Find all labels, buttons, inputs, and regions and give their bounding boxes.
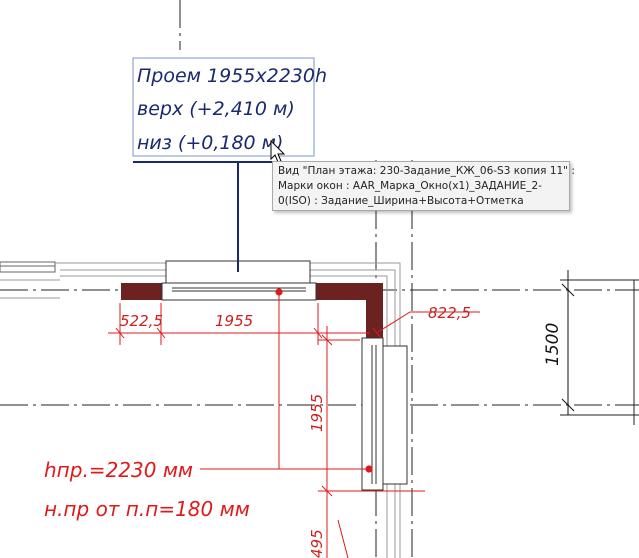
window-tag-line-size: Проем 1955x2230h <box>137 65 327 87</box>
drawing-canvas[interactable]: 1500 522,5 1955 822,5 1955 495 hпр.=2230… <box>0 0 639 558</box>
dimension-1500-label: 1500 <box>543 323 563 366</box>
dimension-width-vertical-label: 1955 <box>308 394 326 432</box>
dimension-width-horizontal-label: 1955 <box>215 312 253 330</box>
dimension-corner-label: 822,5 <box>428 304 471 322</box>
window-vertical-point[interactable] <box>365 465 373 473</box>
left-window-fragment <box>0 261 60 299</box>
window-horizontal-point[interactable] <box>275 288 283 296</box>
window-tag-line-bottom: низ (+0,180 м) <box>137 132 283 154</box>
wall-cut-left <box>121 283 163 300</box>
window-tag-line-top: верх (+2,410 м) <box>137 98 295 120</box>
tooltip-line-view: Вид "План этажа: 230-Задание_КЖ_06-S3 ко… <box>278 165 575 177</box>
note-opening-height: hпр.=2230 мм <box>44 458 193 482</box>
tooltip-line-family: Марки окон : AAR_Марка_Окно(x1)_ЗАДАНИЕ_… <box>278 180 542 192</box>
element-tooltip: Вид "План этажа: 230-Задание_КЖ_06-S3 ко… <box>272 161 575 211</box>
window-vertical-sill <box>382 345 408 485</box>
dimension-left-offset-label: 522,5 <box>120 312 163 330</box>
dimension-1500[interactable] <box>561 270 575 415</box>
note-sill-elevation: н.пр от п.п=180 мм <box>44 497 250 521</box>
dimension-bottom-partial-label: 495 <box>308 529 326 558</box>
leader-bottom <box>337 519 349 558</box>
left-window-frame <box>0 261 56 273</box>
tooltip-line-type: 0(ISO) : Задание_Ширина+Высота+Отметка <box>278 195 524 207</box>
